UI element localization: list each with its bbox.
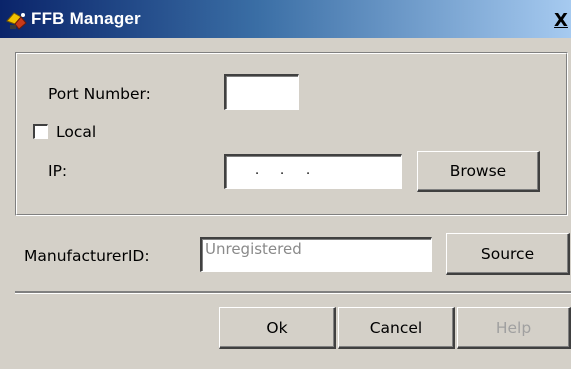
browse-button[interactable]: Browse	[417, 151, 540, 192]
cancel-button[interactable]: Cancel	[338, 307, 455, 349]
local-checkbox[interactable]	[33, 124, 48, 139]
ip-separator: .	[306, 163, 311, 178]
title-bar[interactable]: FFB Manager	[0, 0, 571, 38]
ffb-manager-icon	[5, 11, 29, 31]
ip-separator: .	[255, 163, 260, 178]
window-title: FFB Manager	[31, 9, 141, 28]
manufacturer-id-field: Unregistered	[200, 237, 432, 272]
ip-address-input[interactable]: . . .	[224, 154, 402, 189]
help-button[interactable]: Help	[457, 307, 571, 349]
close-icon: X	[554, 10, 568, 31]
port-number-label: Port Number:	[48, 85, 151, 103]
ip-label: IP:	[48, 162, 68, 180]
manufacturer-id-label: ManufacturerID:	[24, 247, 150, 265]
source-button[interactable]: Source	[446, 233, 570, 275]
ffb-manager-dialog: FFB Manager X Port Number: Local IP: . .…	[0, 0, 571, 369]
footer-separator	[15, 291, 571, 294]
local-label: Local	[56, 123, 97, 141]
close-button[interactable]: X	[549, 10, 571, 34]
ok-button[interactable]: Ok	[219, 307, 336, 349]
port-number-input[interactable]	[224, 74, 299, 110]
ip-separator: .	[280, 163, 285, 178]
